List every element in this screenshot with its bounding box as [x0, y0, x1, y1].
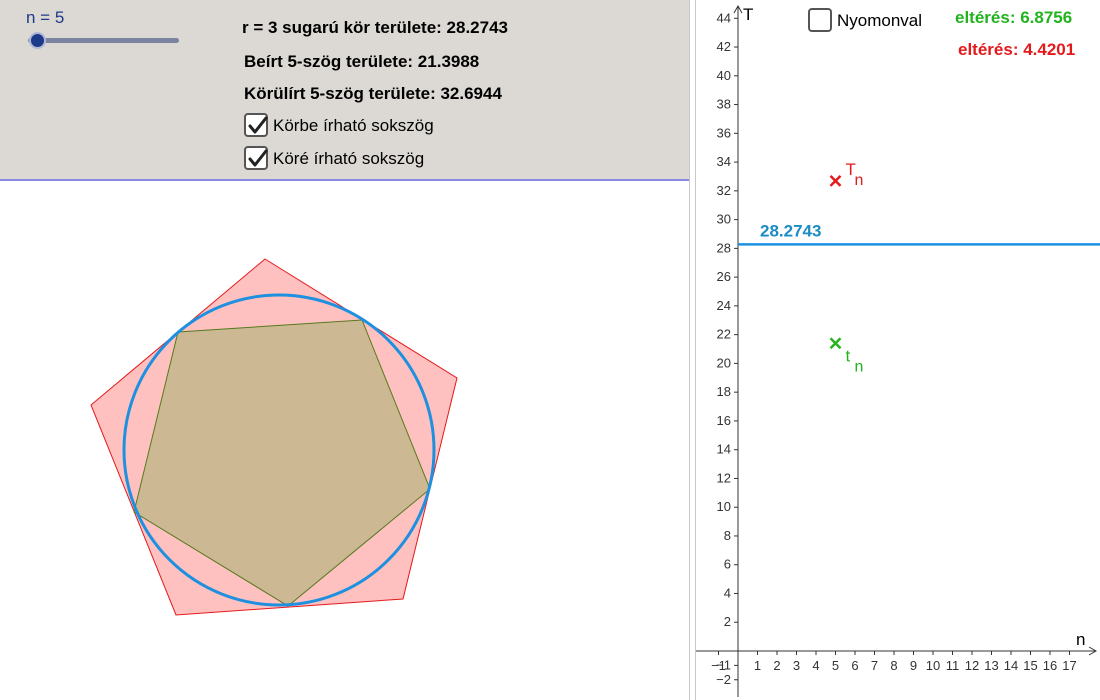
x-tick-label: 1: [754, 658, 761, 673]
y-tick-label: 32: [717, 183, 731, 198]
y-tick-label: 2: [724, 614, 731, 629]
x-tick-label: 3: [793, 658, 800, 673]
inscribed-checkbox[interactable]: [244, 113, 268, 137]
control-panel: n = 5 r = 3 sugarú kör területe: 28.2743…: [0, 0, 689, 181]
circumscribed-checkbox[interactable]: [244, 146, 268, 170]
x-tick-label: −1: [711, 658, 726, 673]
y-tick-label: 42: [717, 39, 731, 54]
y-tick-label: 4: [724, 585, 731, 600]
green-deviation-text: eltérés: 6.8756: [955, 8, 1073, 27]
check-icon: [248, 116, 268, 134]
y-tick-label: 40: [717, 68, 731, 83]
y-tick-label: 26: [717, 269, 731, 284]
circumscribed-checkbox-label[interactable]: Köré írható sokszög: [273, 149, 424, 169]
y-tick-label: 30: [717, 212, 731, 227]
geometry-canvas[interactable]: [0, 180, 689, 700]
check-icon: [248, 149, 268, 167]
circle-area-text: r = 3 sugarú kör területe: 28.2743: [242, 18, 508, 37]
x-tick-label: 10: [926, 658, 940, 673]
axes: Tn−2−12468101214161820222426283032343638…: [696, 4, 1098, 697]
y-tick-label: 6: [724, 557, 731, 572]
y-tick-label: 44: [717, 10, 731, 25]
x-tick-label: 9: [910, 658, 917, 673]
x-tick-label: 4: [812, 658, 819, 673]
x-axis-label: n: [1076, 630, 1085, 649]
x-tick-label: 17: [1062, 658, 1076, 673]
point-label: t: [846, 346, 851, 365]
trace-checkbox-label[interactable]: Nyomonval: [837, 11, 922, 31]
geometry-view[interactable]: n = 5 r = 3 sugarú kör területe: 28.2743…: [0, 0, 689, 700]
y-tick-label: −2: [716, 672, 731, 687]
circle-area-line-label: 28.2743: [760, 221, 821, 240]
y-tick-label: 34: [717, 154, 731, 169]
x-tick-label: 6: [851, 658, 858, 673]
x-tick-label: 15: [1023, 658, 1037, 673]
x-tick-label: 14: [1004, 658, 1018, 673]
pane-divider[interactable]: [689, 0, 696, 700]
x-tick-label: 2: [773, 658, 780, 673]
x-tick-label: 11: [946, 658, 960, 673]
circumscribed-area-text: Körülírt 5-szög területe: 32.6944: [244, 84, 502, 103]
y-tick-label: 36: [717, 125, 731, 140]
trace-checkbox[interactable]: [808, 8, 832, 32]
y-tick-label: 38: [717, 97, 731, 112]
red-deviation-text: eltérés: 4.4201: [958, 40, 1076, 59]
y-tick-label: 12: [717, 470, 731, 485]
x-tick-label: 16: [1043, 658, 1057, 673]
y-tick-label: 22: [717, 327, 731, 342]
point-label-subscript: n: [855, 172, 864, 189]
inscribed-area-text: Beírt 5-szög területe: 21.3988: [244, 52, 480, 71]
y-axis-label: T: [743, 5, 753, 24]
y-tick-label: 16: [717, 413, 731, 428]
slider-label: n = 5: [26, 8, 65, 27]
x-tick-label: 5: [832, 658, 839, 673]
n-slider-knob[interactable]: [29, 32, 46, 49]
x-tick-label: 13: [984, 658, 998, 673]
y-tick-label: 18: [717, 384, 731, 399]
plot-layer: 28.2743Tntn: [738, 160, 1100, 375]
y-tick-label: 28: [717, 240, 731, 255]
point-Tn[interactable]: [829, 174, 842, 187]
x-tick-label: 8: [890, 658, 897, 673]
x-tick-label: 7: [871, 658, 878, 673]
graph-canvas[interactable]: Tn−2−12468101214161820222426283032343638…: [696, 0, 1100, 700]
n-slider-track[interactable]: [28, 38, 179, 43]
graphics-view-2[interactable]: Tn −2 −1 2 4 6 8 10 12 14 16 18 20 22 24 26 28 30 32 34 36 38…: [696, 0, 1100, 700]
y-tick-label: 10: [717, 499, 731, 514]
point-tn[interactable]: [829, 337, 842, 350]
inscribed-checkbox-label[interactable]: Körbe írható sokszög: [273, 116, 434, 136]
x-tick-label: 12: [965, 658, 979, 673]
y-tick-label: 14: [717, 442, 731, 457]
y-tick-label: 8: [724, 528, 731, 543]
y-tick-label: 24: [717, 298, 731, 313]
point-label-subscript: n: [855, 358, 864, 375]
y-tick-label: 20: [717, 355, 731, 370]
